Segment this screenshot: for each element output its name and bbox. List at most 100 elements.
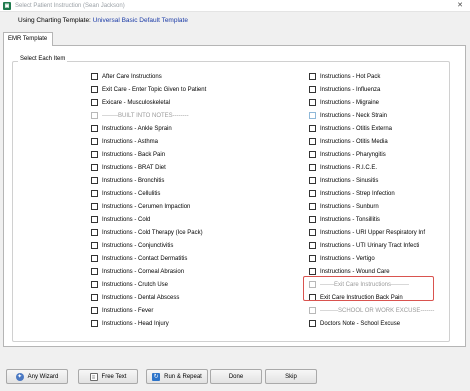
- checkbox-item[interactable]: Exit Care - Enter Topic Given to Patient: [91, 83, 206, 96]
- item-label: Instructions - Cerumen Impaction: [102, 203, 191, 210]
- checkbox-item[interactable]: Instructions - Strep Infection: [309, 187, 434, 200]
- checkbox-item[interactable]: Instructions - Back Pain: [91, 148, 206, 161]
- checkbox-item[interactable]: Instructions - BRAT Diet: [91, 161, 206, 174]
- checkbox-item[interactable]: Instructions - URI Upper Respiratory Inf: [309, 226, 434, 239]
- checkbox[interactable]: [91, 125, 98, 132]
- item-label: Instructions - Cellulitis: [102, 190, 161, 197]
- checkbox-item[interactable]: Instructions - Otitis Media: [309, 135, 434, 148]
- checkbox-item[interactable]: Doctors Note - School Excuse: [309, 317, 434, 330]
- checkbox[interactable]: [309, 73, 316, 80]
- checkbox-item[interactable]: Instructions - Sinusitis: [309, 174, 434, 187]
- item-label: Instructions - BRAT Diet: [102, 164, 166, 171]
- checkbox[interactable]: [309, 320, 316, 327]
- left-item-column: After Care Instructions Exit Care - Ente…: [91, 70, 206, 330]
- checkbox-item[interactable]: Instructions - Dental Abscess: [91, 291, 206, 304]
- checkbox[interactable]: [91, 177, 98, 184]
- checkbox-item[interactable]: Instructions - Sunburn: [309, 200, 434, 213]
- checkbox-item[interactable]: Instructions - Cellulitis: [91, 187, 206, 200]
- checkbox[interactable]: [91, 164, 98, 171]
- checkbox[interactable]: [309, 164, 316, 171]
- any-wizard-button[interactable]: ✦ Any Wizard: [6, 369, 68, 384]
- checkbox-item[interactable]: Instructions - Pharyngitis: [309, 148, 434, 161]
- checkbox[interactable]: [91, 138, 98, 145]
- checkbox[interactable]: [91, 99, 98, 106]
- item-label: Instructions - Cold Therapy (Ice Pack): [102, 229, 203, 236]
- checkbox[interactable]: [91, 255, 98, 262]
- checkbox-item[interactable]: Instructions - Head Injury: [91, 317, 206, 330]
- checkbox[interactable]: [309, 86, 316, 93]
- checkbox-item[interactable]: Instructions - Cold: [91, 213, 206, 226]
- item-label: Instructions - Back Pain: [102, 151, 166, 158]
- checkbox[interactable]: [91, 307, 98, 314]
- checkbox[interactable]: [309, 255, 316, 262]
- checkbox[interactable]: [91, 86, 98, 93]
- checkbox-item[interactable]: Instructions - Ankle Sprain: [91, 122, 206, 135]
- checkbox[interactable]: [309, 190, 316, 197]
- tab-emr-template[interactable]: EMR Template: [3, 32, 53, 46]
- checkbox[interactable]: [309, 177, 316, 184]
- checkbox-item[interactable]: Instructions - UTI Urinary Tract Infecti: [309, 239, 434, 252]
- skip-label: Skip: [285, 373, 297, 380]
- item-label: Instructions - Wound Care: [320, 268, 390, 275]
- checkbox[interactable]: [309, 99, 316, 106]
- checkbox-item[interactable]: Instructions - Tonsillitis: [309, 213, 434, 226]
- done-button[interactable]: Done: [210, 369, 262, 384]
- checkbox[interactable]: [91, 268, 98, 275]
- close-icon[interactable]: ✕: [450, 0, 470, 12]
- checkbox[interactable]: [309, 203, 316, 210]
- charting-template-value: Universal Basic Default Template: [92, 17, 188, 24]
- checkbox[interactable]: [309, 138, 316, 145]
- checkbox[interactable]: [91, 294, 98, 301]
- checkbox-item[interactable]: Instructions - Otitis Externa: [309, 122, 434, 135]
- checkbox[interactable]: [309, 268, 316, 275]
- checkbox-item[interactable]: Instructions - Corneal Abrasion: [91, 265, 206, 278]
- item-label: Instructions - Head Injury: [102, 320, 169, 327]
- checkbox-item[interactable]: Instructions - Bronchitis: [91, 174, 206, 187]
- checkbox[interactable]: [91, 190, 98, 197]
- footer-bar: ✦ Any Wizard ≡ Free Text ↻ Run & Repeat …: [0, 362, 470, 391]
- checkbox-item[interactable]: Instructions - Cold Therapy (Ice Pack): [91, 226, 206, 239]
- checkbox[interactable]: [309, 216, 316, 223]
- item-label: After Care Instructions: [102, 73, 162, 80]
- checkbox-item[interactable]: Instructions - Contact Dermatitis: [91, 252, 206, 265]
- checkbox-item[interactable]: Instructions - Migraine: [309, 96, 434, 109]
- checkbox-item[interactable]: Instructions - Influenza: [309, 83, 434, 96]
- checkbox[interactable]: [91, 320, 98, 327]
- item-label: Instructions - Tonsillitis: [320, 216, 380, 223]
- checkbox-item[interactable]: Instructions - Fever: [91, 304, 206, 317]
- checkbox-item[interactable]: Instructions - Conjunctivitis: [91, 239, 206, 252]
- checkbox-item[interactable]: Instructions - R.I.C.E.: [309, 161, 434, 174]
- checkbox-item[interactable]: Instructions - Crutch Use: [91, 278, 206, 291]
- checkbox-item[interactable]: Exicare - Musculoskeletal: [91, 96, 206, 109]
- item-label: Instructions - Fever: [102, 307, 154, 314]
- section-divider-label: --------BUILT INTO NOTES--------: [102, 112, 189, 119]
- free-text-button[interactable]: ≡ Free Text: [78, 369, 138, 384]
- checkbox-item[interactable]: Instructions - Cerumen Impaction: [91, 200, 206, 213]
- checkbox[interactable]: [91, 242, 98, 249]
- text-icon: ≡: [89, 372, 98, 381]
- checkbox[interactable]: [91, 281, 98, 288]
- section-divider-item: ---------SCHOOL OR WORK EXCUSE-------: [309, 304, 434, 317]
- skip-button[interactable]: Skip: [265, 369, 317, 384]
- done-label: Done: [228, 373, 244, 380]
- checkbox[interactable]: [91, 229, 98, 236]
- checkbox[interactable]: [309, 112, 316, 119]
- run-repeat-button[interactable]: ↻ Run & Repeat: [146, 369, 208, 384]
- checkbox-item[interactable]: Instructions - Vertigo: [309, 252, 434, 265]
- checkbox-disabled: [309, 307, 316, 314]
- checkbox[interactable]: [91, 203, 98, 210]
- checkbox[interactable]: [309, 125, 316, 132]
- checkbox[interactable]: [91, 73, 98, 80]
- item-label: Instructions - Contact Dermatitis: [102, 255, 188, 262]
- checkbox[interactable]: [309, 229, 316, 236]
- checkbox-item[interactable]: Instructions - Hot Pack: [309, 70, 434, 83]
- checkbox[interactable]: [91, 216, 98, 223]
- checkbox[interactable]: [91, 151, 98, 158]
- title-bar: ▣ Select Patient Instruction (Sean Jacks…: [0, 0, 470, 12]
- checkbox[interactable]: [309, 151, 316, 158]
- item-label: Instructions - Bronchitis: [102, 177, 165, 184]
- checkbox-item[interactable]: After Care Instructions: [91, 70, 206, 83]
- checkbox[interactable]: [309, 242, 316, 249]
- checkbox-item[interactable]: Instructions - Asthma: [91, 135, 206, 148]
- checkbox-item[interactable]: Instructions - Neck Strain: [309, 109, 434, 122]
